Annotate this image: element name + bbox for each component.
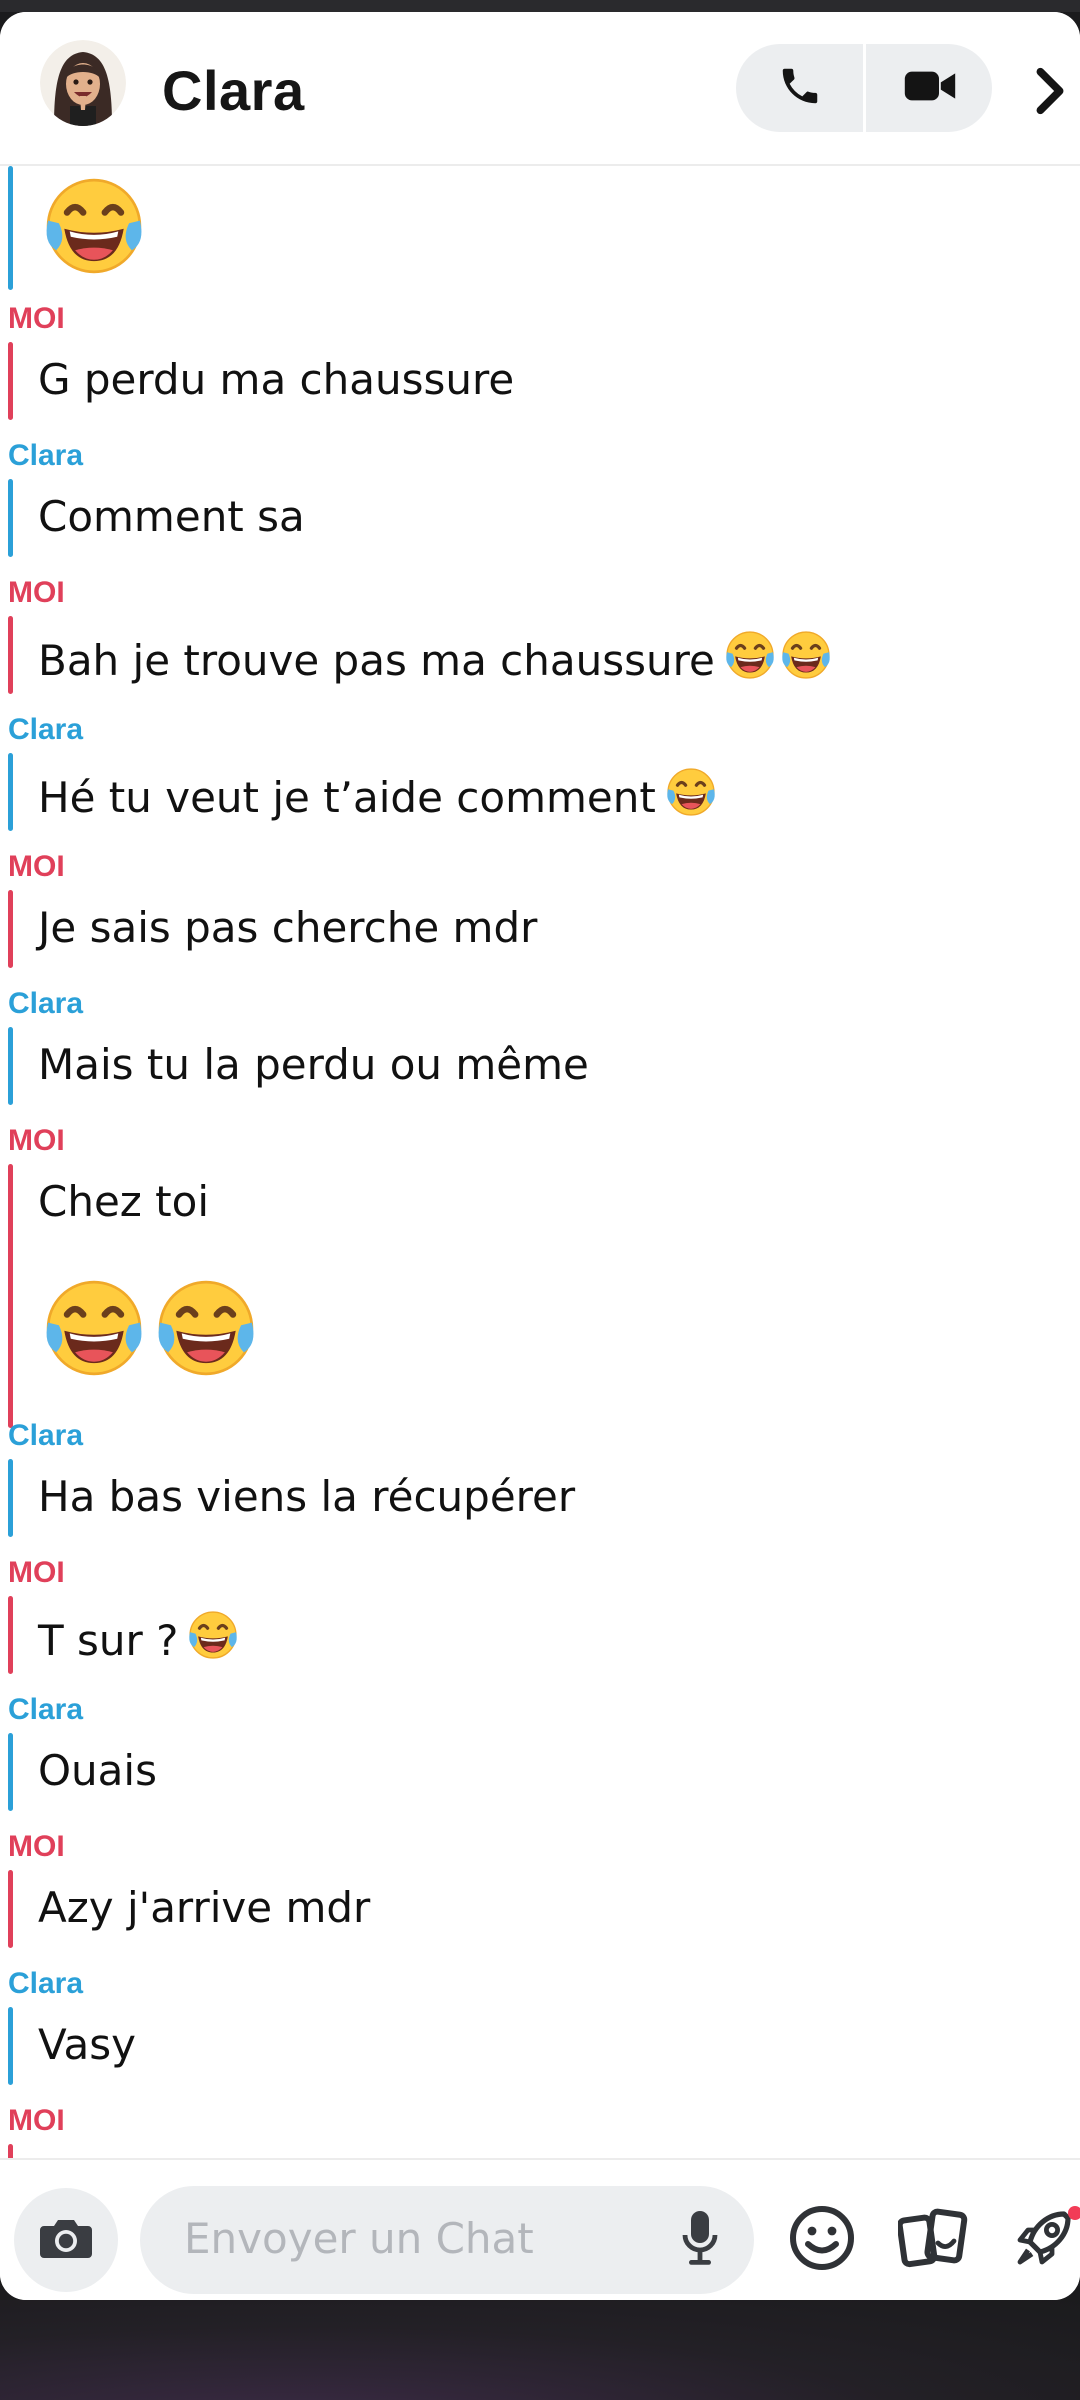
microphone-button[interactable] [670, 2210, 730, 2270]
sender-label: Clara [8, 439, 84, 472]
message-bar [8, 479, 13, 557]
message-text[interactable]: Hé tu veut je t’aide comment [38, 765, 718, 831]
message-bar [8, 1733, 13, 1811]
video-camera-icon [903, 66, 957, 110]
message-text-content: Ouais [38, 1746, 157, 1795]
bitmoji-button[interactable] [782, 2200, 862, 2280]
message-text[interactable]: Ha bas viens la récupérer [38, 1471, 575, 1523]
message-text-content: G perdu ma chaussure [38, 355, 515, 404]
tears-of-joy-emoji [40, 172, 148, 284]
chat-window: Clara MOI G perdu ma chaussure Clara Com… [0, 12, 1080, 2300]
notification-dot [1068, 2206, 1080, 2220]
message-text[interactable]: Vasy [38, 2019, 136, 2071]
stickers-button[interactable] [893, 2200, 973, 2280]
message-bar [8, 2144, 13, 2158]
voice-call-button[interactable] [736, 44, 863, 132]
message-text[interactable]: Bah je trouve pas ma chaussure [38, 628, 833, 694]
message-text[interactable]: Mais tu la perdu ou même [38, 1039, 589, 1091]
message-text-content: Ha bas viens la récupérer [38, 1472, 576, 1521]
chevron-right-icon [1030, 67, 1070, 120]
message-bar [8, 1870, 13, 1948]
tears-of-joy-emoji [779, 628, 833, 694]
message-text[interactable]: Je sais pas cherche mdr [38, 902, 537, 954]
message-bar [8, 1459, 13, 1537]
sender-label: Clara [8, 713, 84, 746]
message-text[interactable]: Azy j'arrive mdr [38, 1882, 370, 1934]
message-bar [8, 1164, 13, 1428]
call-controls [736, 44, 992, 132]
message-text[interactable]: Comment sa [38, 491, 305, 543]
tears-of-joy-emoji [723, 628, 777, 694]
message-text[interactable]: Chez toi [38, 1176, 209, 1228]
more-button[interactable] [1030, 66, 1070, 116]
message-bar [8, 2007, 13, 2085]
sender-label: MOI [8, 2104, 65, 2137]
message-text[interactable]: T sur ? [38, 1608, 240, 1674]
smiley-icon [789, 2205, 855, 2275]
message-text-content: Hé tu veut je t’aide comment [38, 773, 656, 822]
message-bar [8, 1027, 13, 1105]
microphone-icon [681, 2209, 719, 2271]
message-list[interactable]: MOI G perdu ma chaussure Clara Comment sa MO… [0, 166, 1080, 2158]
message-bar [8, 1596, 13, 1674]
composer-bar: Envoyer un Chat [0, 2158, 1080, 2300]
message-bar [8, 166, 13, 290]
message-bar [8, 890, 13, 968]
avatar[interactable] [40, 40, 126, 126]
sender-label: MOI [8, 1124, 65, 1157]
message-bar [8, 753, 13, 831]
video-call-button[interactable] [866, 44, 993, 132]
phone-icon [777, 63, 823, 113]
message-text-content: Je sais pas cherche mdr [38, 903, 538, 952]
sender-label: Clara [8, 987, 84, 1020]
message-text-content: Bah je trouve pas ma chaussure [38, 636, 715, 685]
sender-label: MOI [8, 1556, 65, 1589]
sender-label: Clara [8, 1419, 84, 1452]
message-text-content: Vasy [38, 2020, 136, 2069]
tears-of-joy-emoji [152, 1274, 260, 1386]
message-bar [8, 616, 13, 694]
sender-label: MOI [8, 302, 65, 335]
status-strip [0, 0, 1080, 12]
sender-label: Clara [8, 1693, 84, 1726]
camera-button[interactable] [14, 2188, 118, 2292]
chat-input-placeholder: Envoyer un Chat [184, 2214, 534, 2263]
chat-header: Clara [0, 12, 1080, 166]
cards-icon [896, 2207, 968, 2273]
tears-of-joy-emoji [186, 1608, 240, 1674]
camera-icon [38, 2214, 94, 2266]
message-text[interactable]: Ouais [38, 1745, 157, 1797]
sender-label: Clara [8, 1967, 84, 2000]
sender-label: MOI [8, 850, 65, 883]
sender-label: MOI [8, 576, 65, 609]
emoji-message[interactable] [40, 1274, 260, 1386]
message-text-content: Mais tu la perdu ou même [38, 1040, 589, 1089]
message-text-content: Chez toi [38, 1177, 210, 1226]
chat-input[interactable]: Envoyer un Chat [140, 2186, 754, 2294]
message-text-content: T sur ? [38, 1616, 179, 1665]
background-blur [0, 2300, 1080, 2400]
message-text[interactable]: G perdu ma chaussure [38, 354, 514, 406]
tears-of-joy-emoji [40, 1274, 148, 1386]
rocket-icon [1012, 2206, 1076, 2274]
tears-of-joy-emoji [664, 765, 718, 831]
message-bar [8, 342, 13, 420]
chat-title: Clara [162, 59, 305, 122]
games-button[interactable] [1004, 2200, 1080, 2280]
message-text-content: Azy j'arrive mdr [38, 1883, 371, 1932]
sender-label: MOI [8, 1830, 65, 1863]
message-text-content: Comment sa [38, 492, 305, 541]
